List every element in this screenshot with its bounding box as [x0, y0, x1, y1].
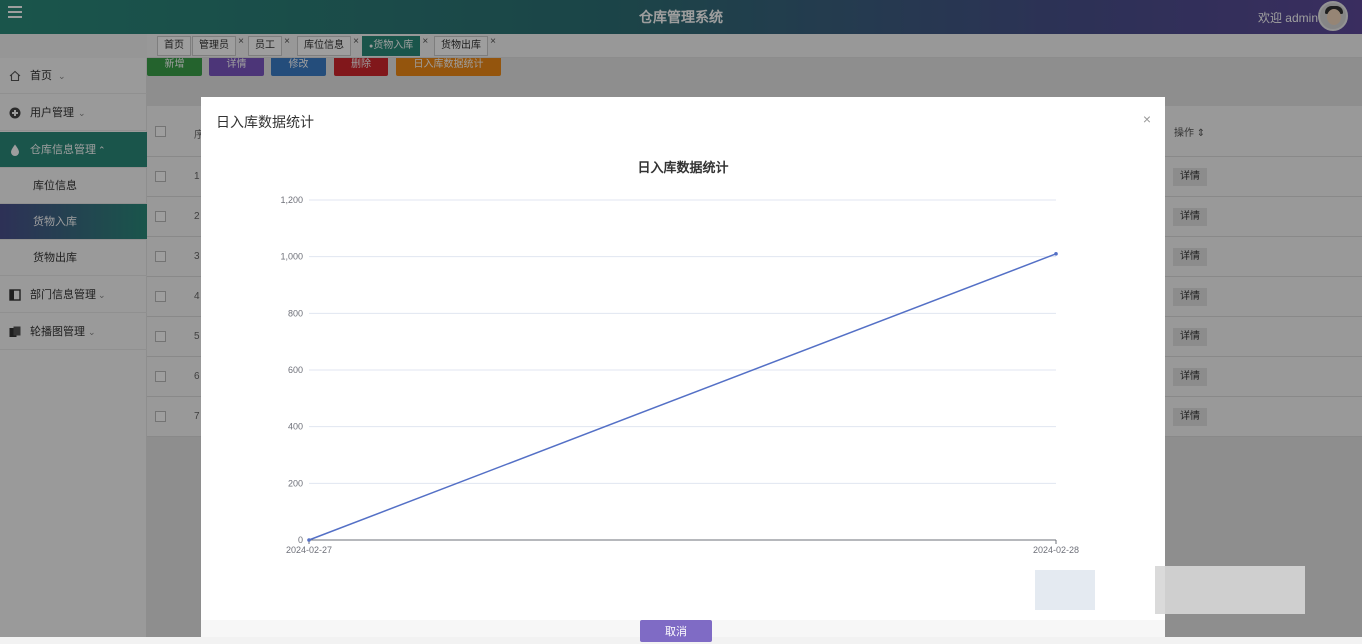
y-tick-label: 600 — [288, 365, 303, 375]
y-tick-label: 1,200 — [280, 195, 303, 205]
blurred-watermark — [1035, 570, 1095, 610]
line-chart: 日入库数据统计 0 200 400 600 800 1,000 1,200 2024-02-27… — [201, 97, 1165, 617]
stats-modal: 日入库数据统计 × 日入库数据统计02004006008001,0001,200… — [201, 97, 1165, 637]
x-tick-label: 2024-02-28 — [1033, 545, 1079, 555]
x-tick-label: 2024-02-27 — [286, 545, 332, 555]
y-tick-label: 800 — [288, 308, 303, 318]
series-line — [309, 254, 1056, 540]
data-point — [307, 538, 311, 542]
y-tick-label: 1,000 — [280, 252, 303, 262]
y-tick-label: 400 — [288, 422, 303, 432]
y-tick-label: 200 — [288, 478, 303, 488]
blurred-watermark — [1155, 566, 1305, 614]
data-point — [1054, 252, 1058, 256]
chart-title: 日入库数据统计 — [637, 160, 728, 175]
cancel-button[interactable]: 取消 — [640, 620, 712, 642]
y-tick-label: 0 — [298, 535, 303, 545]
